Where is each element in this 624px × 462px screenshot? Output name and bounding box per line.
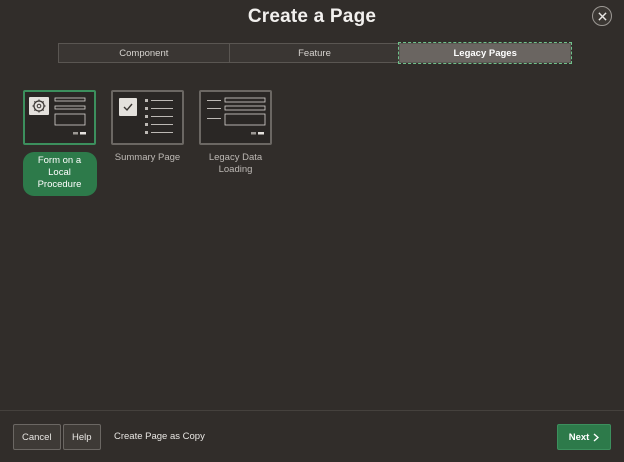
thumbnail-form-on-local-procedure bbox=[23, 90, 96, 145]
next-button-label: Next bbox=[568, 431, 590, 443]
next-button[interactable]: Next bbox=[557, 424, 611, 450]
chevron-right-icon bbox=[593, 432, 600, 442]
thumbnail-legacy-data-loading bbox=[199, 90, 272, 145]
option-label: Form on a Local Procedure bbox=[22, 152, 97, 196]
tab-feature[interactable]: Feature bbox=[230, 44, 401, 62]
option-label: Legacy Data Loading bbox=[208, 152, 263, 175]
footer-divider bbox=[0, 410, 624, 411]
page-type-tabs: Component Feature Legacy Pages bbox=[58, 42, 573, 64]
create-page-as-copy-button[interactable]: Create Page as Copy bbox=[114, 424, 205, 448]
option-summary-page[interactable]: Summary Page bbox=[110, 90, 185, 196]
tab-component[interactable]: Component bbox=[59, 44, 230, 62]
gear-icon bbox=[29, 97, 49, 115]
close-button[interactable] bbox=[592, 6, 612, 26]
option-legacy-data-loading[interactable]: Legacy Data Loading bbox=[198, 90, 273, 196]
thumbnail-summary-page bbox=[111, 90, 184, 145]
checkmark-icon bbox=[119, 98, 137, 116]
help-button[interactable]: Help bbox=[63, 424, 101, 450]
option-label: Summary Page bbox=[114, 152, 181, 163]
dialog-title: Create a Page bbox=[247, 6, 377, 27]
cancel-button[interactable]: Cancel bbox=[13, 424, 61, 450]
create-page-dialog: Create a Page Component Feature Legacy P… bbox=[0, 0, 624, 462]
close-icon bbox=[597, 11, 607, 21]
page-type-options: Form on a Local Procedure Summary Page L… bbox=[22, 90, 273, 196]
tab-legacy-pages[interactable]: Legacy Pages bbox=[398, 42, 573, 64]
option-form-on-local-procedure[interactable]: Form on a Local Procedure bbox=[22, 90, 97, 196]
form-icon bbox=[207, 97, 266, 126]
